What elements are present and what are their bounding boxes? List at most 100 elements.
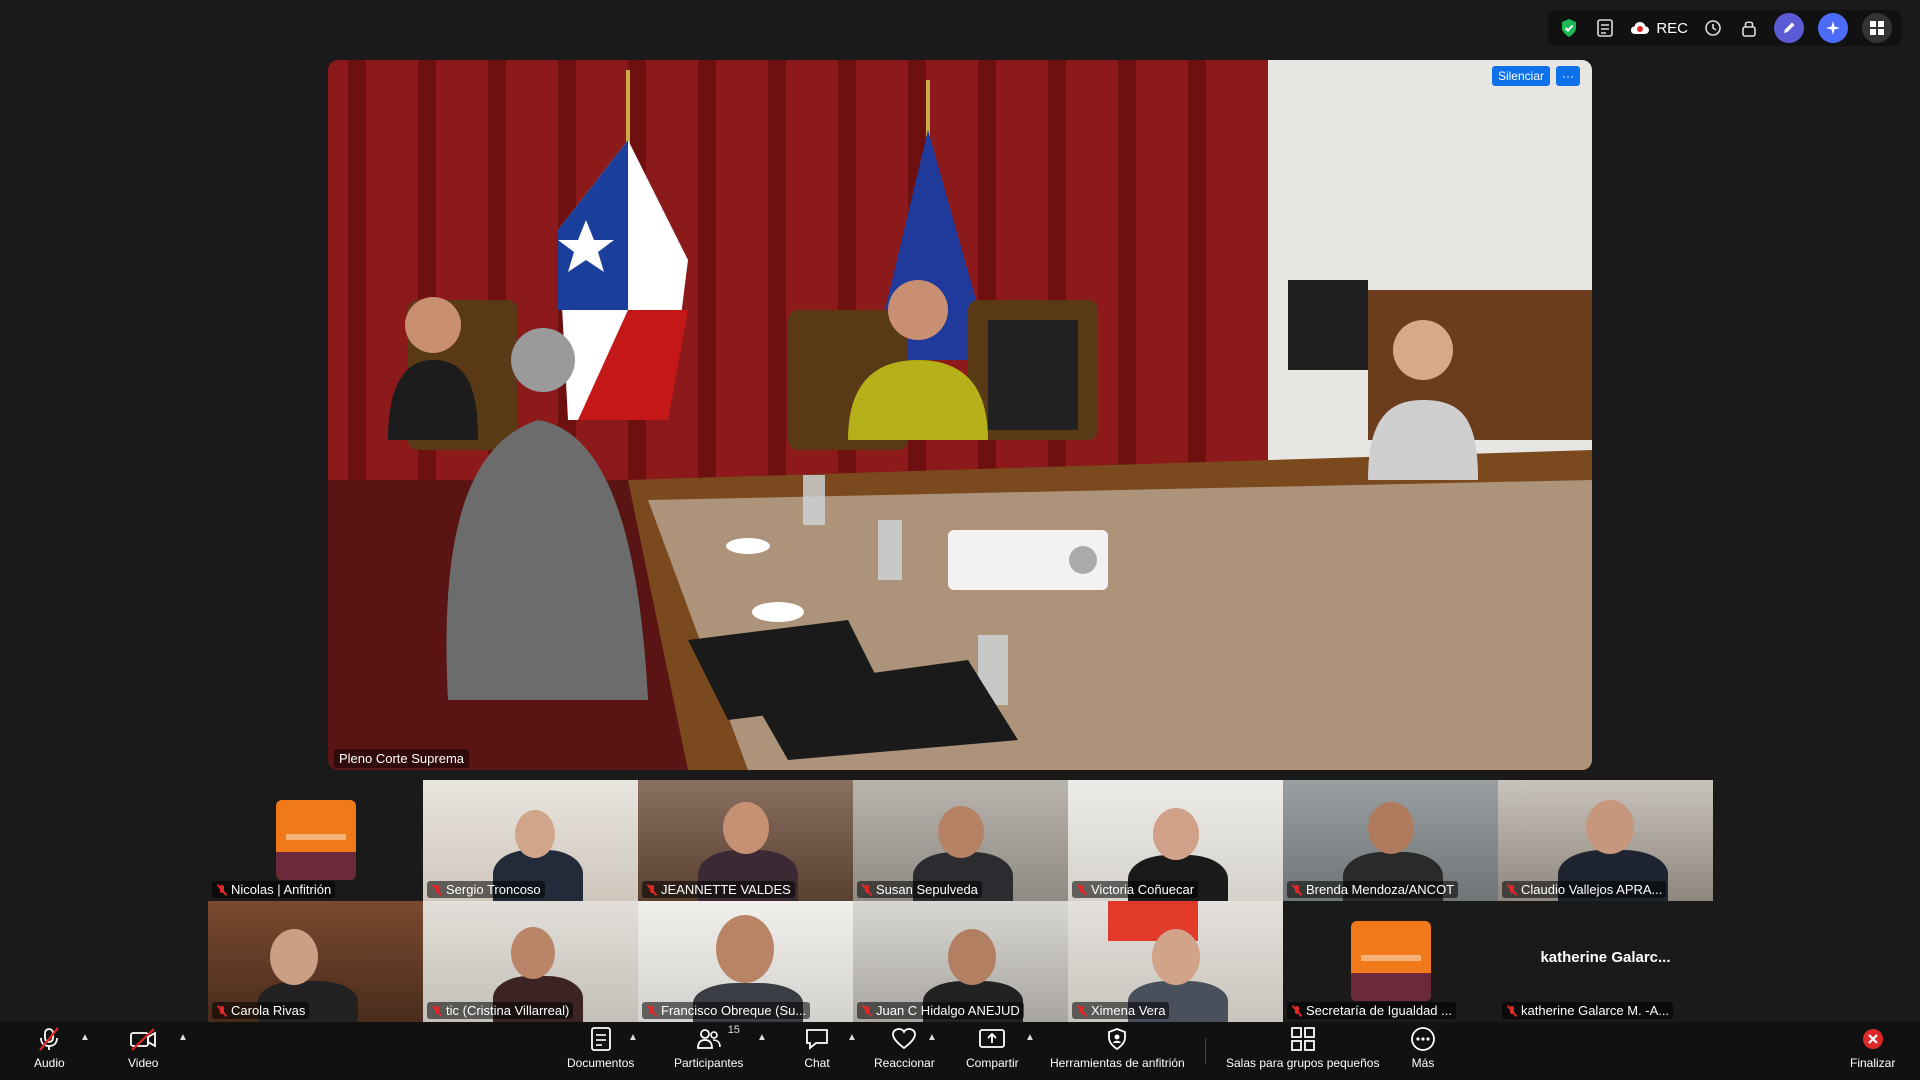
courtroom-scene — [328, 60, 1592, 770]
mic-muted-icon — [216, 1005, 228, 1017]
rec-label: REC — [1656, 19, 1688, 37]
video-button[interactable]: Video — [128, 1026, 158, 1070]
participant-tile[interactable]: Brenda Mendoza/ANCOT — [1283, 780, 1498, 901]
participant-label: Carola Rivas — [212, 1002, 310, 1019]
mic-muted-icon — [431, 1005, 443, 1017]
share-screen-icon — [979, 1029, 1006, 1048]
audio-label: Audio — [34, 1056, 65, 1070]
shield-icon — [1108, 1028, 1127, 1051]
participant-label: Victoria Coñuecar — [1072, 881, 1199, 898]
mic-muted-icon — [861, 1005, 873, 1017]
participant-label: Sergio Troncoso — [427, 881, 545, 898]
more-label: Más — [1411, 1056, 1435, 1070]
participant-tile[interactable]: Secretaría de Igualdad ... — [1283, 901, 1498, 1022]
participant-name: Juan C Hidalgo ANEJUD — [876, 1003, 1020, 1018]
documents-options-chevron-icon[interactable]: ▲ — [628, 1032, 638, 1043]
mic-muted-icon — [646, 884, 658, 896]
share-options-chevron-icon[interactable]: ▲ — [1025, 1032, 1035, 1043]
mic-muted-icon — [1076, 884, 1088, 896]
share-button[interactable]: Compartir — [966, 1026, 1019, 1070]
pen-icon[interactable] — [1774, 13, 1804, 43]
mic-muted-icon — [1506, 1005, 1518, 1017]
participant-tile[interactable]: Ximena Vera — [1068, 901, 1283, 1022]
lock-icon[interactable] — [1738, 17, 1760, 39]
participant-label: Francisco Obreque (Su... — [642, 1002, 811, 1019]
participant-name: Victoria Coñuecar — [1091, 882, 1195, 897]
mic-muted-icon — [861, 884, 873, 896]
meeting-toolbar: Audio ▲ Video ▲ Documentos ▲ 15 Particip… — [0, 1022, 1920, 1080]
more-icon — [1411, 1027, 1435, 1051]
audio-options-chevron-icon[interactable]: ▲ — [80, 1032, 90, 1043]
participant-tile[interactable]: Francisco Obreque (Su... — [638, 901, 853, 1022]
participant-name: Brenda Mendoza/ANCOT — [1306, 882, 1455, 897]
heart-icon — [892, 1028, 917, 1050]
participant-tile[interactable]: Carola Rivas — [208, 901, 423, 1022]
participant-tile[interactable]: katherine Galarc... katherine Galarce M.… — [1498, 901, 1713, 1022]
chat-label: Chat — [804, 1056, 830, 1070]
participants-count: 15 — [727, 1024, 740, 1036]
participant-name: Francisco Obreque (Su... — [661, 1003, 807, 1018]
apps-icon[interactable] — [1862, 13, 1892, 43]
participants-button[interactable]: 15 Participantes — [674, 1024, 743, 1070]
organization-logo — [1350, 921, 1431, 1001]
participant-tile[interactable]: Nicolas | Anfitrión — [208, 780, 423, 901]
participant-tile[interactable]: tic (Cristina Villarreal) — [423, 901, 638, 1022]
participant-name: Ximena Vera — [1091, 1003, 1166, 1018]
participant-gallery: Nicolas | Anfitrión Sergio Troncoso JEAN… — [208, 780, 1714, 1022]
mic-muted-icon — [1291, 884, 1303, 896]
cloud-record-icon — [1631, 22, 1650, 34]
participant-tile[interactable]: Juan C Hidalgo ANEJUD — [853, 901, 1068, 1022]
more-options-button[interactable]: ··· — [1556, 66, 1580, 86]
documents-label: Documentos — [567, 1056, 635, 1070]
participant-label: Brenda Mendoza/ANCOT — [1287, 881, 1459, 898]
mic-muted-icon — [39, 1027, 60, 1051]
shield-check-icon[interactable] — [1558, 17, 1580, 39]
host-tools-button[interactable]: Herramientas de anfitrión — [1050, 1026, 1185, 1070]
participant-tile[interactable]: JEANNETTE VALDES — [638, 780, 853, 901]
mute-participant-button[interactable]: Silenciar — [1491, 66, 1550, 86]
participant-label: Secretaría de Igualdad ... — [1287, 1002, 1456, 1019]
chat-options-chevron-icon[interactable]: ▲ — [847, 1032, 857, 1043]
share-label: Compartir — [966, 1056, 1019, 1070]
participant-name: tic (Cristina Villarreal) — [446, 1003, 570, 1018]
audio-button[interactable]: Audio — [34, 1026, 65, 1070]
breakout-rooms-button[interactable]: Salas para grupos pequeños — [1226, 1026, 1379, 1070]
timer-icon[interactable] — [1702, 17, 1724, 39]
video-options-chevron-icon[interactable]: ▲ — [178, 1032, 188, 1043]
react-button[interactable]: Reaccionar — [874, 1026, 935, 1070]
document-icon — [590, 1027, 611, 1051]
participant-name: Nicolas | Anfitrión — [231, 882, 332, 897]
chat-button[interactable]: Chat — [804, 1026, 830, 1070]
react-label: Reaccionar — [874, 1056, 935, 1070]
participant-name: Carola Rivas — [231, 1003, 306, 1018]
mic-muted-icon — [646, 1005, 658, 1017]
toolbar-divider — [1205, 1038, 1206, 1064]
sparkle-icon[interactable] — [1818, 13, 1848, 43]
mic-muted-icon — [431, 884, 443, 896]
participant-tile[interactable]: Claudio Vallejos APRA... — [1498, 780, 1713, 901]
documents-button[interactable]: Documentos — [567, 1026, 634, 1070]
participant-name: Secretaría de Igualdad ... — [1306, 1003, 1452, 1018]
notes-icon[interactable] — [1594, 17, 1616, 39]
organization-logo — [275, 800, 356, 880]
participant-label: Susan Sepulveda — [857, 881, 982, 898]
participant-label: JEANNETTE VALDES — [642, 881, 795, 898]
breakout-rooms-label: Salas para grupos pequeños — [1226, 1056, 1380, 1070]
recording-indicator[interactable]: REC — [1630, 20, 1688, 37]
chat-icon — [806, 1029, 828, 1050]
react-options-chevron-icon[interactable]: ▲ — [927, 1032, 937, 1043]
participant-display-name: katherine Galarc... — [1540, 949, 1671, 966]
participant-label: Claudio Vallejos APRA... — [1502, 881, 1667, 898]
speaker-controls: Silenciar ··· — [1491, 66, 1580, 86]
participant-name: katherine Galarce M. -A... — [1521, 1003, 1670, 1018]
participant-tile[interactable]: Victoria Coñuecar — [1068, 780, 1283, 901]
more-button[interactable]: Más — [1410, 1026, 1436, 1070]
mic-muted-icon — [216, 884, 228, 896]
participant-tile[interactable]: Sergio Troncoso — [423, 780, 638, 901]
speaker-name-label: Pleno Corte Suprema — [334, 749, 470, 768]
participants-options-chevron-icon[interactable]: ▲ — [757, 1032, 767, 1043]
participants-icon — [696, 1029, 721, 1049]
active-speaker-video[interactable]: Silenciar ··· Pleno Corte Suprema — [328, 60, 1592, 770]
participant-tile[interactable]: Susan Sepulveda — [853, 780, 1068, 901]
end-meeting-button[interactable]: Finalizar — [1850, 1026, 1895, 1070]
